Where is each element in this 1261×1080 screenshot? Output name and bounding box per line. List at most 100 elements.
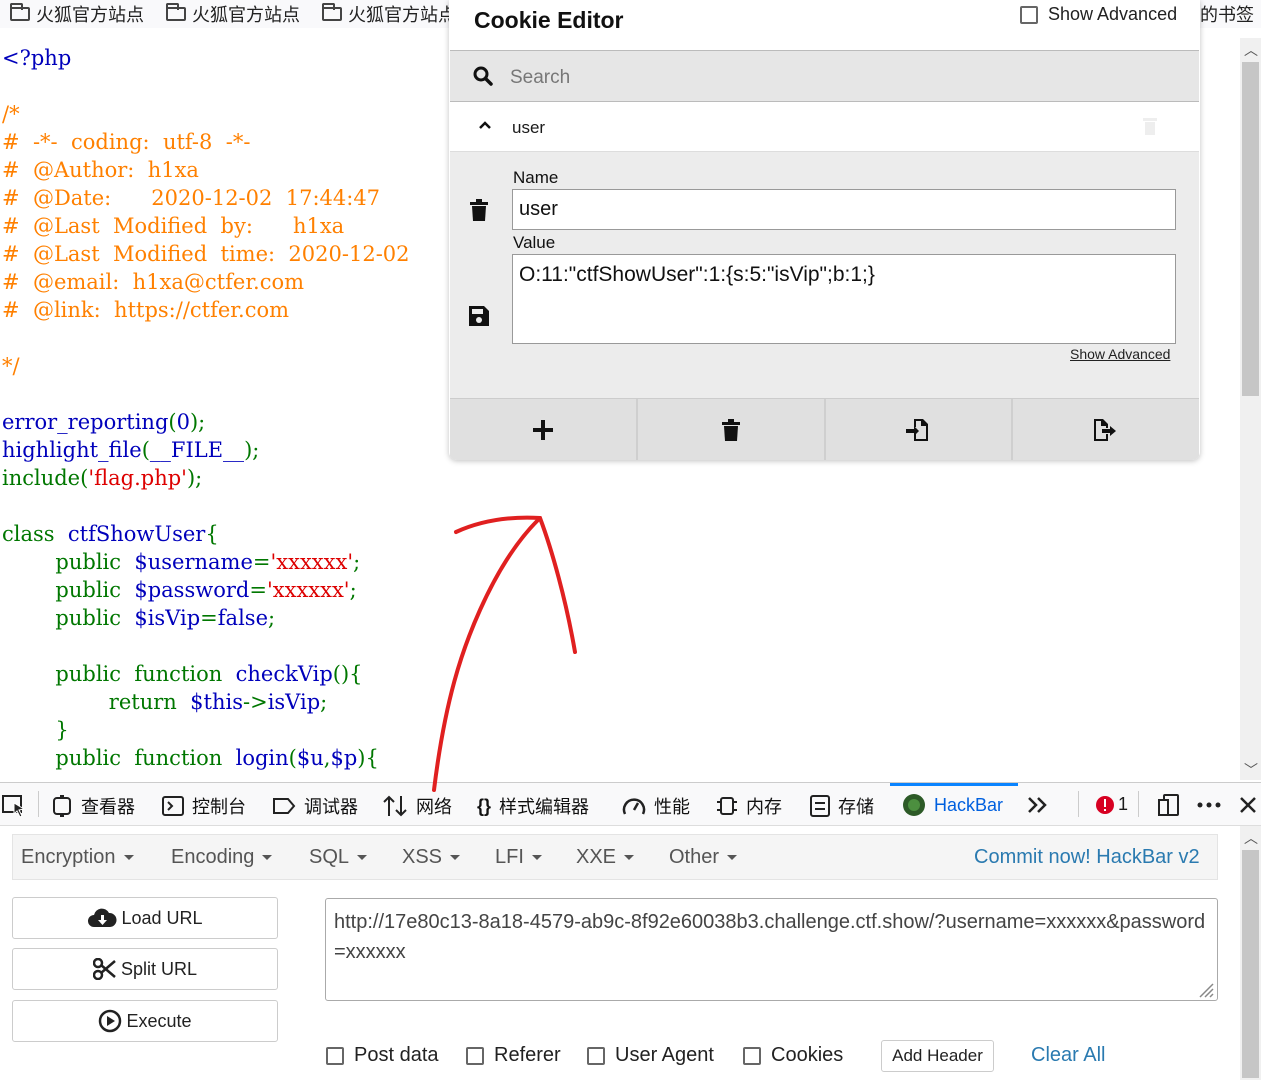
add-header-button[interactable]: Add Header xyxy=(881,1040,994,1072)
cookie-name-field[interactable]: user xyxy=(512,189,1176,230)
plus-icon xyxy=(532,419,553,440)
menu-sql[interactable]: SQL xyxy=(309,846,368,869)
error-counter[interactable]: 1 xyxy=(1096,794,1128,815)
code-line: # @email: h1xa@ctfer.com xyxy=(2,270,304,294)
delete-icon[interactable] xyxy=(470,199,488,221)
bookmark-other[interactable]: 的书签 xyxy=(1200,2,1254,26)
code-token: <?php xyxy=(2,46,72,70)
tab-storage[interactable]: 存储 xyxy=(810,793,874,819)
code-line: <?php xyxy=(2,46,71,70)
code-token: public xyxy=(2,606,135,630)
user-agent-checkbox[interactable] xyxy=(587,1046,605,1065)
delete-all-button[interactable] xyxy=(638,399,826,460)
memory-icon xyxy=(717,797,737,815)
tab-style-editor[interactable]: {} 样式编辑器 xyxy=(477,793,589,819)
menu-encryption[interactable]: Encryption xyxy=(21,846,134,869)
show-advanced-checkbox[interactable] xyxy=(1020,5,1038,24)
code-token: $password xyxy=(134,578,250,602)
trash-icon[interactable] xyxy=(1142,116,1158,136)
scrollbar-thumb[interactable] xyxy=(1242,850,1259,1078)
code-token: error_reporting xyxy=(2,410,169,434)
element-picker-icon[interactable] xyxy=(2,795,26,817)
add-cookie-button[interactable] xyxy=(450,399,638,460)
scroll-up-icon[interactable]: ︿ xyxy=(1244,40,1258,60)
show-advanced-link[interactable]: Show Advanced xyxy=(1070,346,1170,362)
cookies-checkbox[interactable] xyxy=(743,1046,761,1065)
search-input[interactable]: Search xyxy=(510,67,570,89)
separator xyxy=(1138,791,1139,817)
braces-icon: {} xyxy=(477,795,492,816)
scrollbar-thumb[interactable] xyxy=(1242,62,1259,396)
panel-scrollbar[interactable]: ︿ xyxy=(1240,826,1261,1080)
post-data-checkbox[interactable] xyxy=(326,1046,344,1065)
commit-link[interactable]: Commit now! HackBar v2 xyxy=(974,846,1200,869)
caret-down-icon xyxy=(262,855,273,861)
export-button[interactable] xyxy=(1013,399,1199,460)
import-button[interactable] xyxy=(826,399,1014,460)
user-agent-option[interactable]: User Agent xyxy=(587,1044,714,1067)
menu-lfi[interactable]: LFI xyxy=(495,846,542,869)
search-bar[interactable]: Search xyxy=(450,50,1199,102)
referer-option[interactable]: Referer xyxy=(466,1044,561,1067)
code-token: # @Date: 2020-12-02 17:44:47 xyxy=(2,186,381,210)
execute-button[interactable]: Execute xyxy=(12,1000,278,1042)
cookie-editor-title: Cookie Editor xyxy=(474,7,624,33)
cookies-option[interactable]: Cookies xyxy=(743,1044,843,1067)
code-token: ; xyxy=(320,690,328,714)
menu-xxe[interactable]: XXE xyxy=(576,846,635,869)
name-label: Name xyxy=(513,168,559,187)
more-options-icon[interactable] xyxy=(1197,802,1221,808)
resize-grip-icon[interactable] xyxy=(1196,980,1214,998)
menu-encoding[interactable]: Encoding xyxy=(171,846,273,869)
scroll-down-icon[interactable]: ﹀ xyxy=(1244,760,1258,780)
page-scrollbar[interactable]: ︿ ﹀ xyxy=(1240,38,1261,780)
code-token: ctfShowUser xyxy=(67,522,206,546)
load-url-button[interactable]: Load URL xyxy=(12,897,278,939)
code-line: highlight_file(__FILE__); xyxy=(2,438,259,462)
split-url-button[interactable]: Split URL xyxy=(12,948,278,990)
code-token: include xyxy=(2,466,81,490)
code-token: ( xyxy=(168,410,177,434)
code-token: # @email: h1xa@ctfer.com xyxy=(2,270,305,294)
close-icon[interactable] xyxy=(1239,796,1257,814)
folder-icon xyxy=(166,3,186,21)
tab-hackbar[interactable]: HackBar xyxy=(902,793,1003,817)
clear-all-link[interactable]: Clear All xyxy=(1031,1044,1105,1067)
bookmark-item[interactable]: 火狐官方站点 xyxy=(166,2,300,26)
code-token: # @Author: h1xa xyxy=(2,158,199,182)
tab-performance[interactable]: 性能 xyxy=(622,793,690,819)
caret-down-icon xyxy=(450,855,461,861)
bookmark-item[interactable]: 火狐官方站点 xyxy=(10,2,144,26)
code-token: # @link: https://ctfer.com xyxy=(2,298,290,322)
code-token: 'xxxxxx' xyxy=(270,550,354,574)
bookmark-item[interactable]: 火狐官方站点 xyxy=(322,2,456,26)
menu-other[interactable]: Other xyxy=(669,846,738,869)
code-line: # @Date: 2020-12-02 17:44:47 xyxy=(2,186,380,210)
more-tabs-icon[interactable] xyxy=(1027,796,1049,814)
post-data-option[interactable]: Post data xyxy=(326,1044,439,1067)
chevron-up-icon[interactable] xyxy=(478,120,492,130)
tab-inspector[interactable]: 查看器 xyxy=(51,793,135,819)
referer-checkbox[interactable] xyxy=(466,1046,484,1065)
debugger-icon xyxy=(273,798,296,814)
tab-network[interactable]: 网络 xyxy=(382,793,452,819)
responsive-design-icon[interactable] xyxy=(1158,794,1180,816)
code-token: class xyxy=(2,522,68,546)
code-token: $username xyxy=(134,550,253,574)
tab-console[interactable]: 控制台 xyxy=(162,793,246,819)
menu-xss[interactable]: XSS xyxy=(402,846,461,869)
code-token: __FILE__ xyxy=(149,438,245,462)
show-advanced-toggle[interactable]: Show Advanced xyxy=(1020,4,1177,25)
cookie-item-header[interactable]: user xyxy=(450,102,1199,152)
tab-debugger[interactable]: 调试器 xyxy=(272,793,358,819)
folder-icon xyxy=(322,3,342,21)
save-icon[interactable] xyxy=(469,306,489,326)
scroll-up-icon[interactable]: ︿ xyxy=(1244,828,1258,848)
code-line: # @Author: h1xa xyxy=(2,158,199,182)
code-token: checkVip xyxy=(235,662,333,686)
tab-memory[interactable]: 内存 xyxy=(716,793,782,819)
cookie-value-field[interactable]: O:11:"ctfShowUser":1:{s:5:"isVip";b:1;} xyxy=(512,254,1176,344)
code-token: ); xyxy=(189,410,206,434)
url-textarea[interactable]: http://17e80c13-8a18-4579-ab9c-8f92e6003… xyxy=(325,898,1218,1001)
code-token: ; xyxy=(353,550,361,574)
